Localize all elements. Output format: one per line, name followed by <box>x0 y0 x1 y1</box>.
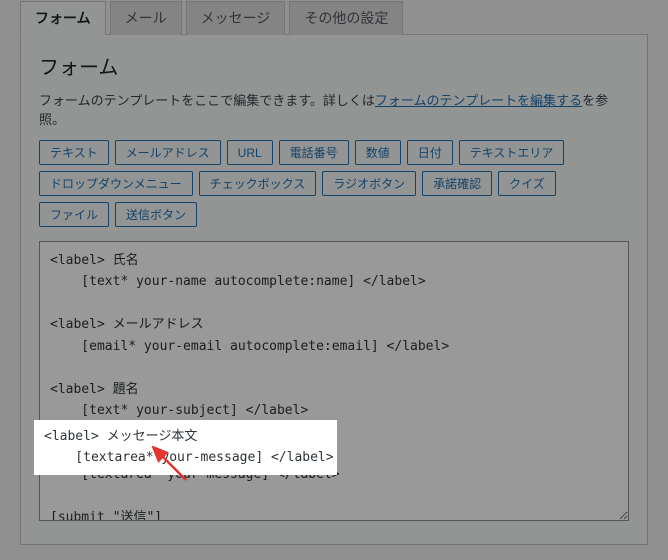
tab-form[interactable]: フォーム <box>20 1 106 35</box>
tag-button-10[interactable]: 承諾確認 <box>422 171 492 196</box>
form-template-textarea[interactable] <box>39 241 629 521</box>
desc-before: フォームのテンプレートをここで編集できます。詳しくは <box>39 93 375 108</box>
panel-form: フォーム フォームのテンプレートをここで編集できます。詳しくはフォームのテンプレ… <box>20 34 648 545</box>
tag-button-12[interactable]: ファイル <box>39 202 109 227</box>
tag-buttons: テキストメールアドレスURL電話番号数値日付テキストエリアドロップダウンメニュー… <box>39 140 629 227</box>
tab-messages[interactable]: メッセージ <box>186 1 286 35</box>
tag-button-4[interactable]: 数値 <box>355 140 401 165</box>
panel-heading: フォーム <box>39 51 629 80</box>
tag-button-0[interactable]: テキスト <box>39 140 109 165</box>
desc-link[interactable]: フォームのテンプレートを編集する <box>375 93 582 108</box>
tag-button-13[interactable]: 送信ボタン <box>115 202 197 227</box>
panel-description: フォームのテンプレートをここで編集できます。詳しくはフォームのテンプレートを編集… <box>39 90 629 128</box>
tab-other[interactable]: その他の設定 <box>289 1 403 35</box>
tag-button-2[interactable]: URL <box>227 140 273 165</box>
tag-button-5[interactable]: 日付 <box>407 140 453 165</box>
tag-button-9[interactable]: ラジオボタン <box>322 171 416 196</box>
tag-button-6[interactable]: テキストエリア <box>459 140 565 165</box>
tab-mail[interactable]: メール <box>110 1 182 35</box>
tag-button-11[interactable]: クイズ <box>498 171 556 196</box>
tag-button-3[interactable]: 電話番号 <box>279 140 349 165</box>
tag-button-1[interactable]: メールアドレス <box>115 140 221 165</box>
tag-button-7[interactable]: ドロップダウンメニュー <box>39 171 193 196</box>
tabs: フォーム メール メッセージ その他の設定 <box>20 0 648 34</box>
tag-button-8[interactable]: チェックボックス <box>199 171 317 196</box>
